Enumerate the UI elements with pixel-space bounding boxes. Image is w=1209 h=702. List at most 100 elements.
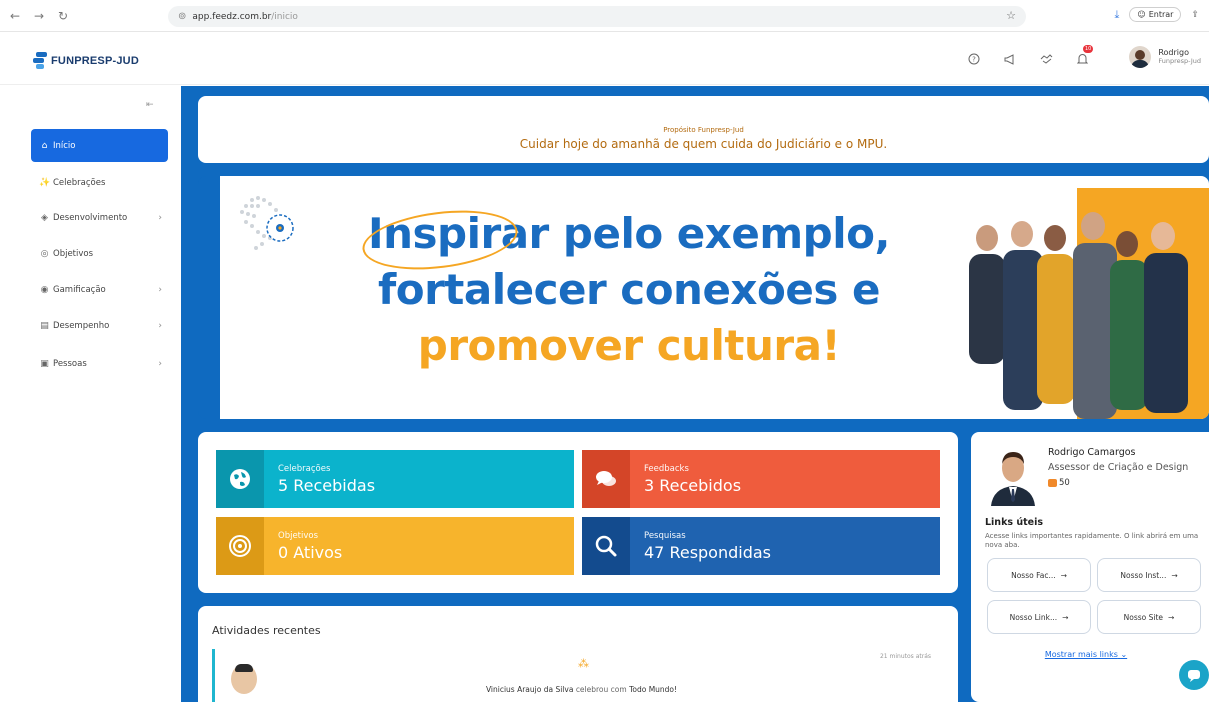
user-name: Rodrigo xyxy=(1158,48,1189,57)
avatar xyxy=(1129,46,1152,68)
coins-balance: 50 xyxy=(1048,478,1070,488)
chevron-right-icon: › xyxy=(158,320,162,331)
logo[interactable]: FUNPRESP-JUD xyxy=(33,52,139,69)
sidebar-item-inicio[interactable]: ⌂ Início xyxy=(31,129,168,162)
megaphone-icon[interactable] xyxy=(1003,52,1017,66)
sidebar-item-desenvolvimento[interactable]: ◈ Desenvolvimento › xyxy=(31,201,168,234)
arrow-right-icon: → xyxy=(1168,612,1175,622)
purpose-title: Propósito Funpresp-Jud xyxy=(663,126,744,134)
notification-badge: 10 xyxy=(1083,45,1094,53)
arrow-right-icon: → xyxy=(1060,570,1067,580)
chevron-right-icon: › xyxy=(158,358,162,369)
stat-feedbacks[interactable]: Feedbacks 3 Recebidos xyxy=(582,450,940,508)
forward-icon[interactable]: → xyxy=(30,7,48,25)
development-icon: ◈ xyxy=(41,212,48,223)
globe-icon xyxy=(216,450,264,508)
arrow-right-icon: → xyxy=(1171,570,1178,580)
coins-value: 50 xyxy=(1059,478,1070,488)
profile-avatar xyxy=(985,444,1041,506)
stat-label: Celebrações xyxy=(278,463,331,474)
link-label: Nosso Fac... xyxy=(1011,570,1056,580)
team-photo xyxy=(969,188,1209,419)
target-icon: ◎ xyxy=(40,248,49,259)
link-button[interactable]: Nosso Site → xyxy=(1097,600,1201,634)
hero-banner: Inspirar pelo exemplo, fortalecer conexõ… xyxy=(198,176,1209,419)
link-button[interactable]: Nosso Inst... → xyxy=(1097,558,1201,592)
chat-support-button[interactable] xyxy=(1179,660,1209,690)
activity-target: Todo Mundo! xyxy=(629,685,678,694)
sidebar-item-celebracoes[interactable]: ✨ Celebrações xyxy=(31,166,168,199)
sidebar-item-desempenho[interactable]: ▤ Desempenho › xyxy=(31,309,168,342)
app-header: FUNPRESP-JUD ? 10 Rodrigo Funpresp-Jud xyxy=(0,33,1209,85)
recent-activities: Atividades recentes 21 minutos atrás ⁂ V… xyxy=(198,606,958,702)
sidebar-item-label: Objetivos xyxy=(53,248,94,259)
more-links-button[interactable]: Mostrar mais links ⌄ xyxy=(971,650,1201,659)
url-path: /inicio xyxy=(271,11,298,22)
stat-objetivos[interactable]: Objetivos 0 Ativos xyxy=(216,517,574,575)
help-icon[interactable]: ? xyxy=(967,52,981,66)
people-icon: ▣ xyxy=(40,358,49,369)
purpose-banner: Propósito Funpresp-Jud Cuidar hoje do am… xyxy=(198,96,1209,163)
activity-text: Vinicius Araujo da Silva celebrou com To… xyxy=(215,685,948,694)
svg-text:?: ? xyxy=(972,56,976,64)
notification-bell-icon[interactable]: 10 xyxy=(1075,45,1094,66)
site-info-icon[interactable]: ⊚ xyxy=(178,11,186,22)
target-icon xyxy=(216,517,264,575)
stat-value: 0 Ativos xyxy=(278,542,343,562)
link-button[interactable]: Nosso Link... → xyxy=(987,600,1091,634)
purpose-text: Cuidar hoje do amanhã de quem cuida do J… xyxy=(519,137,888,151)
account-icon: ☺ xyxy=(1137,10,1146,19)
chevron-right-icon: › xyxy=(158,284,162,295)
sidebar-item-label: Desenvolvimento xyxy=(53,212,128,223)
links-title: Links úteis xyxy=(985,517,1044,528)
sidebar-item-objetivos[interactable]: ◎ Objetivos xyxy=(31,237,168,270)
profile-panel: Rodrigo Camargos Assessor de Criação e D… xyxy=(971,432,1209,702)
stat-label: Feedbacks xyxy=(644,463,689,474)
sidebar-item-label: Pessoas xyxy=(53,358,87,369)
logo-text: FUNPRESP-JUD xyxy=(51,54,139,67)
bookmark-star-icon[interactable]: ☆ xyxy=(1006,9,1016,22)
back-icon[interactable]: ← xyxy=(6,7,24,25)
home-icon: ⌂ xyxy=(41,140,48,151)
profile-role: Assessor de Criação e Design xyxy=(1048,462,1189,473)
brazil-map-icon xyxy=(240,196,294,250)
recent-title: Atividades recentes xyxy=(212,624,321,637)
more-links-label: Mostrar mais links xyxy=(1044,650,1118,659)
browser-signin-button[interactable]: ☺ Entrar xyxy=(1129,7,1182,22)
activity-actor[interactable]: Vinicius Araujo da Silva xyxy=(486,685,573,694)
stat-label: Objetivos xyxy=(278,530,319,541)
hero-line-3: promover cultura! xyxy=(417,321,841,370)
download-icon[interactable]: ⤓ xyxy=(1114,8,1119,22)
party-icon: ✨ xyxy=(39,177,51,188)
link-button[interactable]: Nosso Fac... → xyxy=(987,558,1091,592)
sidebar-item-pessoas[interactable]: ▣ Pessoas › xyxy=(31,347,168,380)
stat-pesquisas[interactable]: Pesquisas 47 Respondidas xyxy=(582,517,940,575)
sidebar-item-label: Celebrações xyxy=(53,177,106,188)
stat-value: 47 Respondidas xyxy=(644,542,772,562)
hero-line-1: pelo exemplo, xyxy=(548,209,891,258)
share-icon[interactable]: ⇪ xyxy=(1191,10,1199,20)
sidebar-item-label: Desempenho xyxy=(53,320,110,331)
chevron-down-icon: ⌄ xyxy=(1120,650,1128,659)
sidebar-item-label: Gamificação xyxy=(53,284,106,295)
browser-toolbar: ← → ↻ ⊚ app.feedz.com.br/inicio ☆ ⤓ ☺ Ent… xyxy=(0,0,1209,32)
user-menu[interactable]: Rodrigo Funpresp-Jud xyxy=(1129,46,1201,68)
logo-mark-icon xyxy=(33,52,47,69)
profile-name[interactable]: Rodrigo Camargos xyxy=(1048,447,1136,458)
hero-line-2: fortalecer conexões e xyxy=(377,265,881,314)
sidebar-item-gamificacao[interactable]: ◉ Gamificação › xyxy=(31,273,168,306)
address-bar[interactable]: ⊚ app.feedz.com.br/inicio ☆ xyxy=(168,6,1026,27)
activity-item[interactable]: 21 minutos atrás ⁂ Vinicius Araujo da Si… xyxy=(212,649,945,702)
stat-celebracoes[interactable]: Celebrações 5 Recebidas xyxy=(216,450,574,508)
celebration-icon: ⁂ xyxy=(578,657,589,670)
stat-value: 5 Recebidas xyxy=(278,475,376,495)
user-org: Funpresp-Jud xyxy=(1158,57,1201,65)
sidebar-item-label: Início xyxy=(53,140,76,151)
link-label: Nosso Link... xyxy=(1009,612,1058,622)
collapse-sidebar-icon[interactable]: ⇤ xyxy=(146,100,154,110)
search-icon xyxy=(582,517,630,575)
link-label: Nosso Site xyxy=(1123,612,1164,622)
gamification-icon: ◉ xyxy=(40,284,49,295)
handshake-icon[interactable] xyxy=(1039,52,1053,66)
reload-icon[interactable]: ↻ xyxy=(54,7,72,25)
